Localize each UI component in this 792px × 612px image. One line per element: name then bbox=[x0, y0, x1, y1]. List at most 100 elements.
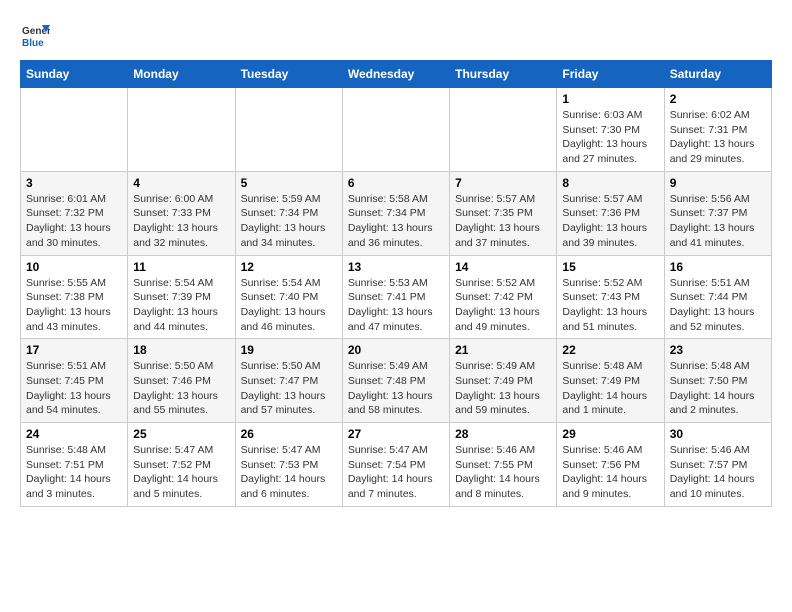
calendar-week-row: 17 Sunrise: 5:51 AMSunset: 7:45 PMDayligh… bbox=[21, 339, 772, 423]
calendar-cell: 8Sunrise: 5:57 AMSunset: 7:36 PMDaylight… bbox=[557, 171, 664, 255]
calendar-cell bbox=[235, 88, 342, 172]
day-info: Sunrise: 5:54 AMSunset: 7:40 PMDaylight:… bbox=[241, 276, 337, 335]
calendar-cell: 20 Sunrise: 5:49 AMSunset: 7:48 PMDayligh… bbox=[342, 339, 449, 423]
day-number: 21 bbox=[455, 343, 551, 357]
day-number: 3 bbox=[26, 176, 122, 190]
day-header-tuesday: Tuesday bbox=[235, 61, 342, 88]
day-number: 25 bbox=[133, 427, 229, 441]
day-number: 6 bbox=[348, 176, 444, 190]
calendar-cell: 9 Sunrise: 5:56 AMSunset: 7:37 PMDaylight… bbox=[664, 171, 771, 255]
day-header-monday: Monday bbox=[128, 61, 235, 88]
logo-icon: General Blue bbox=[20, 20, 50, 50]
day-info: Sunrise: 5:47 AMSunset: 7:54 PMDaylight:… bbox=[348, 443, 444, 502]
calendar-cell: 11 Sunrise: 5:54 AMSunset: 7:39 PMDayligh… bbox=[128, 255, 235, 339]
day-number: 7 bbox=[455, 176, 551, 190]
calendar-cell bbox=[21, 88, 128, 172]
day-number: 2 bbox=[670, 92, 766, 106]
calendar-cell: 29 Sunrise: 5:46 AMSunset: 7:56 PMDayligh… bbox=[557, 423, 664, 507]
calendar-cell: 18Sunrise: 5:50 AMSunset: 7:46 PMDayligh… bbox=[128, 339, 235, 423]
day-number: 26 bbox=[241, 427, 337, 441]
day-info: Sunrise: 5:56 AMSunset: 7:37 PMDaylight:… bbox=[670, 192, 766, 251]
day-info: Sunrise: 5:46 AMSunset: 7:56 PMDaylight:… bbox=[562, 443, 658, 502]
day-number: 15 bbox=[562, 260, 658, 274]
calendar-cell: 22 Sunrise: 5:48 AMSunset: 7:49 PMDayligh… bbox=[557, 339, 664, 423]
day-info: Sunrise: 5:52 AMSunset: 7:42 PMDaylight:… bbox=[455, 276, 551, 335]
logo: General Blue bbox=[20, 20, 54, 50]
calendar-cell: 3 Sunrise: 6:01 AMSunset: 7:32 PMDaylight… bbox=[21, 171, 128, 255]
calendar-cell: 26 Sunrise: 5:47 AMSunset: 7:53 PMDayligh… bbox=[235, 423, 342, 507]
day-info: Sunrise: 5:53 AMSunset: 7:41 PMDaylight:… bbox=[348, 276, 444, 335]
page-header: General Blue bbox=[20, 20, 772, 50]
calendar-table: SundayMondayTuesdayWednesdayThursdayFrid… bbox=[20, 60, 772, 507]
calendar-cell: 13 Sunrise: 5:53 AMSunset: 7:41 PMDayligh… bbox=[342, 255, 449, 339]
calendar-cell: 15 Sunrise: 5:52 AMSunset: 7:43 PMDayligh… bbox=[557, 255, 664, 339]
day-info: Sunrise: 5:57 AMSunset: 7:35 PMDaylight:… bbox=[455, 192, 551, 251]
day-info: Sunrise: 5:57 AMSunset: 7:36 PMDaylight:… bbox=[562, 192, 658, 251]
calendar-cell: 17 Sunrise: 5:51 AMSunset: 7:45 PMDayligh… bbox=[21, 339, 128, 423]
calendar-cell: 24Sunrise: 5:48 AMSunset: 7:51 PMDayligh… bbox=[21, 423, 128, 507]
day-info: Sunrise: 5:49 AMSunset: 7:49 PMDaylight:… bbox=[455, 359, 551, 418]
day-info: Sunrise: 5:51 AMSunset: 7:45 PMDaylight:… bbox=[26, 359, 122, 418]
day-number: 1 bbox=[562, 92, 658, 106]
calendar-cell: 23 Sunrise: 5:48 AMSunset: 7:50 PMDayligh… bbox=[664, 339, 771, 423]
day-info: Sunrise: 5:59 AMSunset: 7:34 PMDaylight:… bbox=[241, 192, 337, 251]
calendar-cell: 21 Sunrise: 5:49 AMSunset: 7:49 PMDayligh… bbox=[450, 339, 557, 423]
day-number: 18 bbox=[133, 343, 229, 357]
day-number: 23 bbox=[670, 343, 766, 357]
day-info: Sunrise: 5:58 AMSunset: 7:34 PMDaylight:… bbox=[348, 192, 444, 251]
calendar-cell: 12Sunrise: 5:54 AMSunset: 7:40 PMDayligh… bbox=[235, 255, 342, 339]
day-number: 22 bbox=[562, 343, 658, 357]
calendar-cell bbox=[128, 88, 235, 172]
day-info: Sunrise: 6:01 AMSunset: 7:32 PMDaylight:… bbox=[26, 192, 122, 251]
day-number: 19 bbox=[241, 343, 337, 357]
day-info: Sunrise: 5:50 AMSunset: 7:47 PMDaylight:… bbox=[241, 359, 337, 418]
day-info: Sunrise: 5:52 AMSunset: 7:43 PMDaylight:… bbox=[562, 276, 658, 335]
day-info: Sunrise: 5:48 AMSunset: 7:49 PMDaylight:… bbox=[562, 359, 658, 418]
calendar-cell: 6 Sunrise: 5:58 AMSunset: 7:34 PMDaylight… bbox=[342, 171, 449, 255]
calendar-week-row: 1 Sunrise: 6:03 AMSunset: 7:30 PMDaylight… bbox=[21, 88, 772, 172]
day-info: Sunrise: 6:02 AMSunset: 7:31 PMDaylight:… bbox=[670, 108, 766, 167]
day-info: Sunrise: 6:03 AMSunset: 7:30 PMDaylight:… bbox=[562, 108, 658, 167]
calendar-cell bbox=[342, 88, 449, 172]
day-number: 10 bbox=[26, 260, 122, 274]
calendar-cell: 10 Sunrise: 5:55 AMSunset: 7:38 PMDayligh… bbox=[21, 255, 128, 339]
day-number: 14 bbox=[455, 260, 551, 274]
day-number: 4 bbox=[133, 176, 229, 190]
calendar-cell: 30Sunrise: 5:46 AMSunset: 7:57 PMDayligh… bbox=[664, 423, 771, 507]
day-info: Sunrise: 5:54 AMSunset: 7:39 PMDaylight:… bbox=[133, 276, 229, 335]
day-number: 29 bbox=[562, 427, 658, 441]
day-number: 11 bbox=[133, 260, 229, 274]
day-number: 28 bbox=[455, 427, 551, 441]
day-info: Sunrise: 5:49 AMSunset: 7:48 PMDaylight:… bbox=[348, 359, 444, 418]
day-info: Sunrise: 5:47 AMSunset: 7:52 PMDaylight:… bbox=[133, 443, 229, 502]
calendar-cell: 16 Sunrise: 5:51 AMSunset: 7:44 PMDayligh… bbox=[664, 255, 771, 339]
day-header-friday: Friday bbox=[557, 61, 664, 88]
day-header-wednesday: Wednesday bbox=[342, 61, 449, 88]
calendar-cell: 5 Sunrise: 5:59 AMSunset: 7:34 PMDaylight… bbox=[235, 171, 342, 255]
svg-text:Blue: Blue bbox=[22, 38, 44, 49]
calendar-cell: 19 Sunrise: 5:50 AMSunset: 7:47 PMDayligh… bbox=[235, 339, 342, 423]
calendar-week-row: 10 Sunrise: 5:55 AMSunset: 7:38 PMDayligh… bbox=[21, 255, 772, 339]
day-number: 30 bbox=[670, 427, 766, 441]
day-info: Sunrise: 5:51 AMSunset: 7:44 PMDaylight:… bbox=[670, 276, 766, 335]
day-number: 5 bbox=[241, 176, 337, 190]
day-number: 16 bbox=[670, 260, 766, 274]
day-number: 20 bbox=[348, 343, 444, 357]
day-number: 27 bbox=[348, 427, 444, 441]
calendar-header-row: SundayMondayTuesdayWednesdayThursdayFrid… bbox=[21, 61, 772, 88]
calendar-cell: 25 Sunrise: 5:47 AMSunset: 7:52 PMDayligh… bbox=[128, 423, 235, 507]
day-info: Sunrise: 5:46 AMSunset: 7:55 PMDaylight:… bbox=[455, 443, 551, 502]
calendar-cell bbox=[450, 88, 557, 172]
day-number: 9 bbox=[670, 176, 766, 190]
day-number: 24 bbox=[26, 427, 122, 441]
calendar-week-row: 3 Sunrise: 6:01 AMSunset: 7:32 PMDaylight… bbox=[21, 171, 772, 255]
day-number: 17 bbox=[26, 343, 122, 357]
day-number: 13 bbox=[348, 260, 444, 274]
day-info: Sunrise: 5:48 AMSunset: 7:50 PMDaylight:… bbox=[670, 359, 766, 418]
day-info: Sunrise: 6:00 AMSunset: 7:33 PMDaylight:… bbox=[133, 192, 229, 251]
calendar-cell: 14 Sunrise: 5:52 AMSunset: 7:42 PMDayligh… bbox=[450, 255, 557, 339]
day-info: Sunrise: 5:47 AMSunset: 7:53 PMDaylight:… bbox=[241, 443, 337, 502]
day-info: Sunrise: 5:55 AMSunset: 7:38 PMDaylight:… bbox=[26, 276, 122, 335]
calendar-cell: 2 Sunrise: 6:02 AMSunset: 7:31 PMDaylight… bbox=[664, 88, 771, 172]
day-header-saturday: Saturday bbox=[664, 61, 771, 88]
